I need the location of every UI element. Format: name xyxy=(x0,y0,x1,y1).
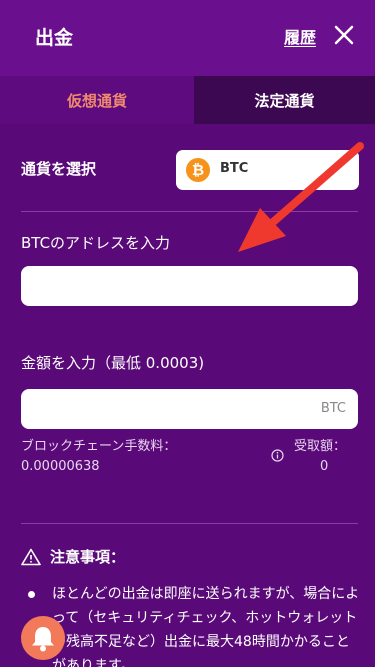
divider xyxy=(21,523,358,524)
history-link[interactable]: 履歴 xyxy=(284,24,316,48)
pointer-arrow xyxy=(238,142,364,252)
close-icon[interactable] xyxy=(333,24,355,46)
amount-input[interactable]: BTC xyxy=(21,389,358,429)
fee-value: 0.00000638 xyxy=(21,459,100,474)
notice-title: 注意事項： xyxy=(50,548,126,566)
warning-icon xyxy=(21,548,41,566)
bitcoin-icon: ₿ xyxy=(186,158,210,182)
address-input[interactable] xyxy=(21,266,358,306)
receive-label: 受取額： xyxy=(294,439,347,454)
tab-crypto[interactable]: 仮想通貨 xyxy=(0,76,194,124)
bullet xyxy=(28,591,35,598)
tab-fiat[interactable]: 法定通貨 xyxy=(194,76,375,124)
amount-label: 金額を入力（最低 0.0003) xyxy=(21,354,205,372)
receive-value: 0 xyxy=(320,459,329,474)
page-title: 出金 xyxy=(35,27,74,49)
tab-bar: 仮想通貨 法定通貨 xyxy=(0,76,375,124)
info-icon[interactable] xyxy=(271,449,284,462)
currency-label: 通貨を選択 xyxy=(21,160,97,178)
bell-icon xyxy=(32,627,54,652)
notification-button[interactable] xyxy=(21,616,65,660)
fee-label: ブロックチェーン手数料： xyxy=(21,439,177,454)
amount-unit: BTC xyxy=(320,401,346,416)
header: 出金 履歴 xyxy=(0,0,375,76)
address-label: BTCのアドレスを入力 xyxy=(21,234,171,252)
notice-text: ほとんどの出金は即座に送られますが、場合によって（セキュリティチェック、ホットウ… xyxy=(52,586,360,667)
